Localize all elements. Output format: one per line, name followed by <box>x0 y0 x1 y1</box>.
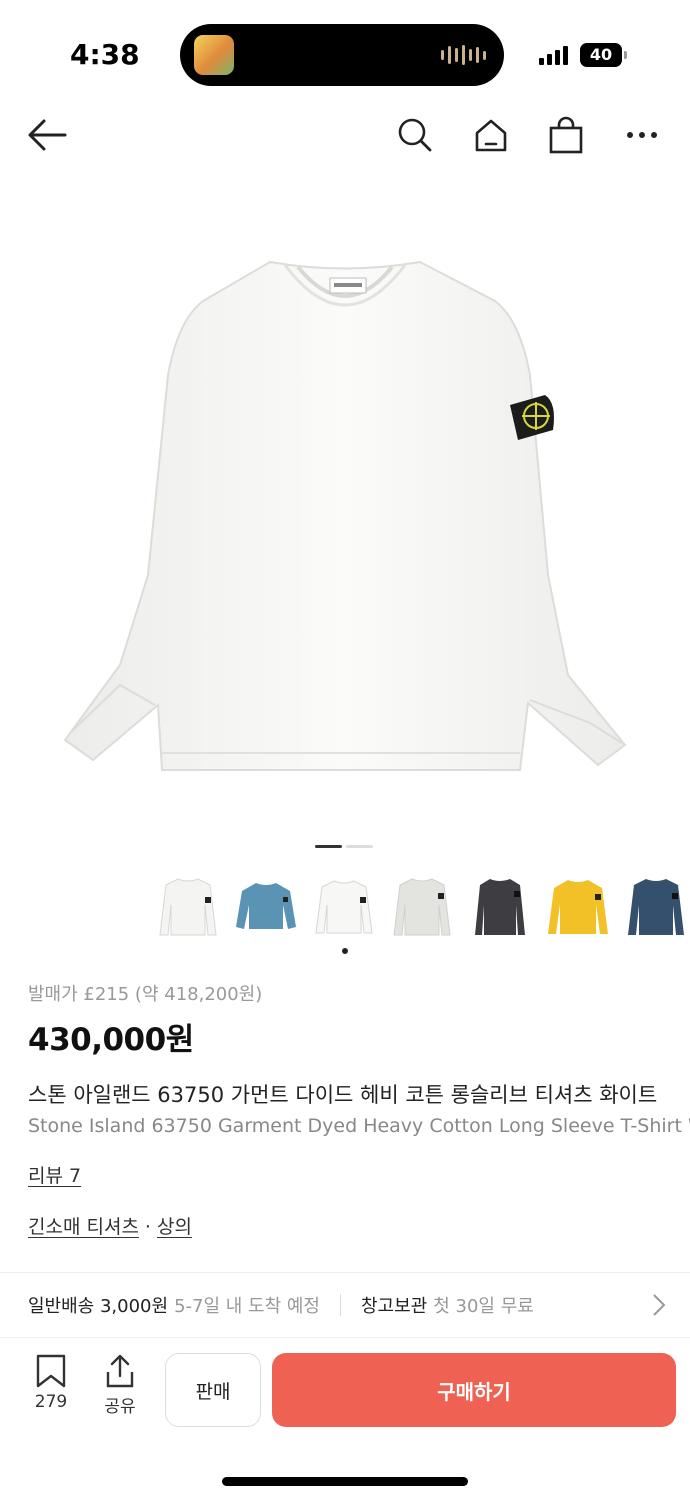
retail-price: 발매가 £215 (약 418,200원) <box>28 984 263 1005</box>
product-info: 발매가 £215 (약 418,200원) 430,000원 스톤 아일랜드 6… <box>28 980 690 1239</box>
delivery-divider <box>340 1294 341 1316</box>
carousel-page-indicator <box>315 845 373 848</box>
thumbnail-navy[interactable] <box>623 868 689 946</box>
product-image <box>63 260 627 771</box>
share-icon <box>106 1354 134 1388</box>
shopping-bag-icon[interactable] <box>541 110 591 160</box>
battery-icon: 40 <box>580 43 622 67</box>
thumbnail-scroll-dot <box>342 948 348 954</box>
top-navigation <box>0 110 690 160</box>
thumbnail-blue[interactable] <box>233 868 299 946</box>
now-playing-app-icon <box>194 35 234 75</box>
review-link[interactable]: 리뷰 7 <box>28 1161 81 1188</box>
carousel-dot <box>346 845 373 848</box>
battery-tip <box>624 51 627 59</box>
sell-button[interactable]: 판매 <box>165 1353 261 1427</box>
category-breadcrumb: 긴소매 티셔츠 · 상의 <box>28 1212 690 1239</box>
thumbnail-white[interactable] <box>155 868 221 946</box>
product-name-english: Stone Island 63750 Garment Dyed Heavy Co… <box>28 1115 690 1137</box>
color-variant-thumbnails <box>155 868 690 946</box>
thumbnail-light-grey[interactable] <box>389 868 455 946</box>
buy-button[interactable]: 구매하기 <box>272 1353 676 1427</box>
thumbnail-charcoal[interactable] <box>467 868 533 946</box>
home-icon[interactable] <box>466 110 516 160</box>
category-link-long-sleeve[interactable]: 긴소매 티셔츠 <box>28 1216 139 1238</box>
saved-count: 279 <box>34 1392 68 1412</box>
home-indicator <box>222 1477 468 1486</box>
storage-label: 창고보관 <box>361 1296 428 1317</box>
shipping-label: 일반배송 3,000원 <box>28 1296 169 1317</box>
category-link-tops[interactable]: 상의 <box>157 1216 192 1238</box>
thumbnail-yellow[interactable] <box>545 868 611 946</box>
storage-note: 첫 30일 무료 <box>433 1296 534 1317</box>
current-price: 430,000원 <box>28 1022 194 1058</box>
back-arrow-icon[interactable] <box>22 110 72 160</box>
bookmark-icon <box>36 1354 66 1388</box>
product-name-korean: 스톤 아일랜드 63750 가먼트 다이드 헤비 코튼 롱슬리브 티셔츠 화이트 <box>28 1083 658 1107</box>
chevron-right-icon <box>653 1294 666 1316</box>
status-bar: 4:38 40 <box>0 0 690 110</box>
audio-waveform-icon <box>441 44 486 66</box>
delivery-options[interactable]: 일반배송 3,000원 5-7일 내 도착 예정 창고보관 첫 30일 무료 <box>0 1272 690 1338</box>
more-icon[interactable] <box>617 110 667 160</box>
share-label: 공유 <box>104 1397 136 1417</box>
dynamic-island <box>180 24 504 86</box>
product-image-carousel[interactable] <box>0 175 690 825</box>
thumbnail-white-2[interactable] <box>311 868 377 946</box>
search-icon[interactable] <box>390 110 440 160</box>
carousel-dot-active <box>315 845 342 848</box>
cellular-signal-icon <box>539 45 568 65</box>
share-button[interactable]: 공유 <box>94 1354 146 1417</box>
shipping-eta: 5-7일 내 도착 예정 <box>174 1296 320 1317</box>
save-button[interactable]: 279 <box>25 1354 77 1412</box>
status-time: 4:38 <box>70 38 140 71</box>
bottom-action-bar: 279 공유 판매 구매하기 <box>0 1340 690 1440</box>
category-separator: · <box>144 1216 151 1238</box>
